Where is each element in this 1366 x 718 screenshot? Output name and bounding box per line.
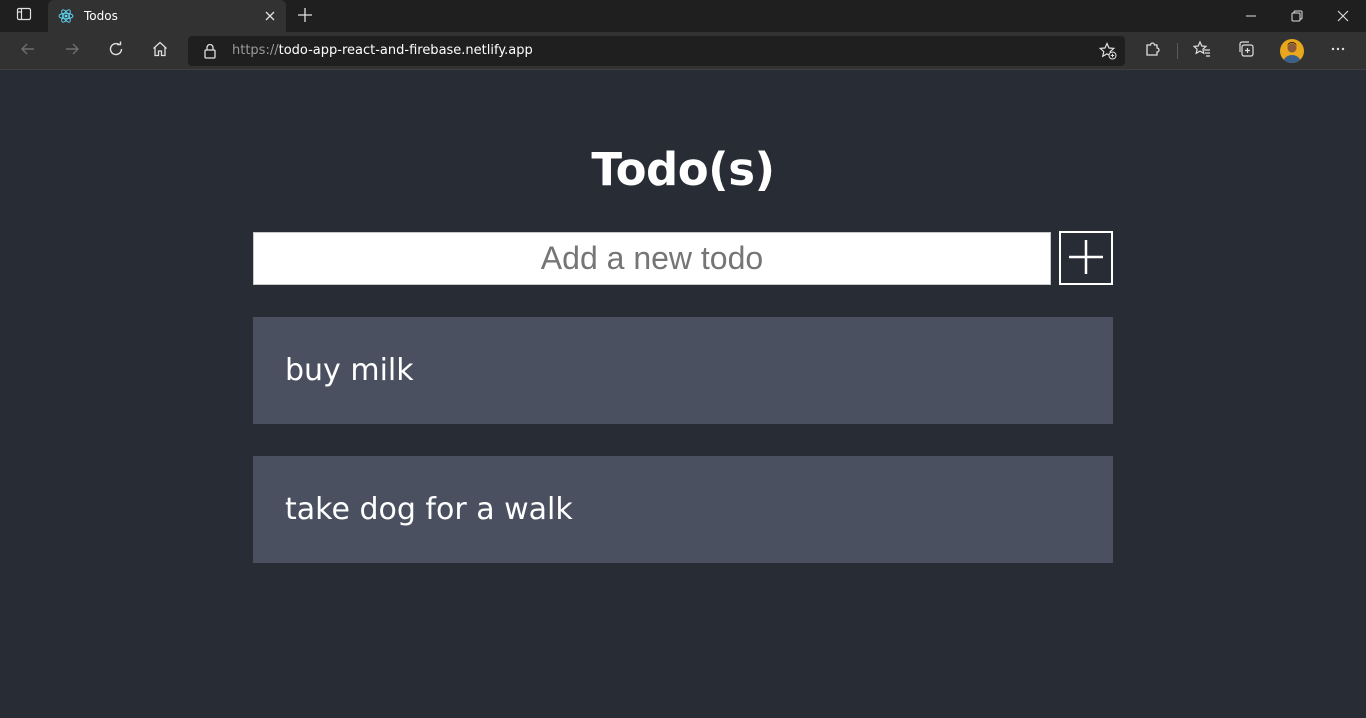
puzzle-icon <box>1144 40 1162 62</box>
restore-icon <box>1291 7 1303 26</box>
refresh-icon <box>108 41 124 61</box>
address-bar[interactable]: https://todo-app-react-and-firebase.netl… <box>188 36 1125 66</box>
settings-more-button[interactable] <box>1324 37 1352 65</box>
app-page: Todo(s) buy milk take dog for a walk <box>0 71 1366 718</box>
todo-item-text: buy milk <box>285 353 414 388</box>
address-url[interactable]: https://todo-app-react-and-firebase.netl… <box>232 43 533 58</box>
home-button[interactable] <box>146 37 174 65</box>
toolbar-divider <box>1177 43 1178 59</box>
browser-tab-active[interactable]: Todos <box>48 0 286 32</box>
plus-icon <box>1068 239 1104 278</box>
collections-button[interactable] <box>1232 37 1260 65</box>
refresh-button[interactable] <box>102 37 130 65</box>
arrow-left-icon <box>20 41 36 61</box>
browser-toolbar: https://todo-app-react-and-firebase.netl… <box>0 32 1366 70</box>
restore-button[interactable] <box>1274 0 1320 32</box>
arrow-right-icon <box>64 41 80 61</box>
profile-avatar[interactable] <box>1280 39 1304 63</box>
new-todo-input[interactable] <box>253 232 1051 285</box>
todo-item-text: take dog for a walk <box>285 492 573 527</box>
plus-icon <box>298 7 312 26</box>
favorites-icon <box>1192 40 1211 62</box>
tab-close-icon[interactable] <box>262 8 278 24</box>
url-host: todo-app-react-and-firebase.netlify.app <box>278 43 533 58</box>
page-title: Todo(s) <box>591 143 775 196</box>
home-icon <box>152 41 168 61</box>
tab-actions-button[interactable] <box>0 0 48 32</box>
todo-item[interactable]: take dog for a walk <box>253 456 1113 563</box>
back-button[interactable] <box>14 37 42 65</box>
url-scheme: https:// <box>232 43 279 58</box>
close-icon <box>1337 7 1349 26</box>
todo-item[interactable]: buy milk <box>253 317 1113 424</box>
lock-icon[interactable] <box>202 43 218 59</box>
more-icon <box>1330 41 1346 61</box>
add-todo-button[interactable] <box>1059 231 1113 285</box>
favorites-button[interactable] <box>1188 37 1216 65</box>
forward-button[interactable] <box>58 37 86 65</box>
browser-titlebar: Todos <box>0 0 1366 32</box>
minimize-icon <box>1245 7 1257 26</box>
tab-actions-icon <box>16 6 32 26</box>
extensions-button[interactable] <box>1139 37 1167 65</box>
tab-title: Todos <box>84 9 118 23</box>
add-favorite-icon[interactable] <box>1099 42 1117 60</box>
close-window-button[interactable] <box>1320 0 1366 32</box>
new-tab-button[interactable] <box>294 5 316 27</box>
minimize-button[interactable] <box>1228 0 1274 32</box>
collections-icon <box>1237 40 1255 62</box>
react-icon <box>58 8 74 24</box>
